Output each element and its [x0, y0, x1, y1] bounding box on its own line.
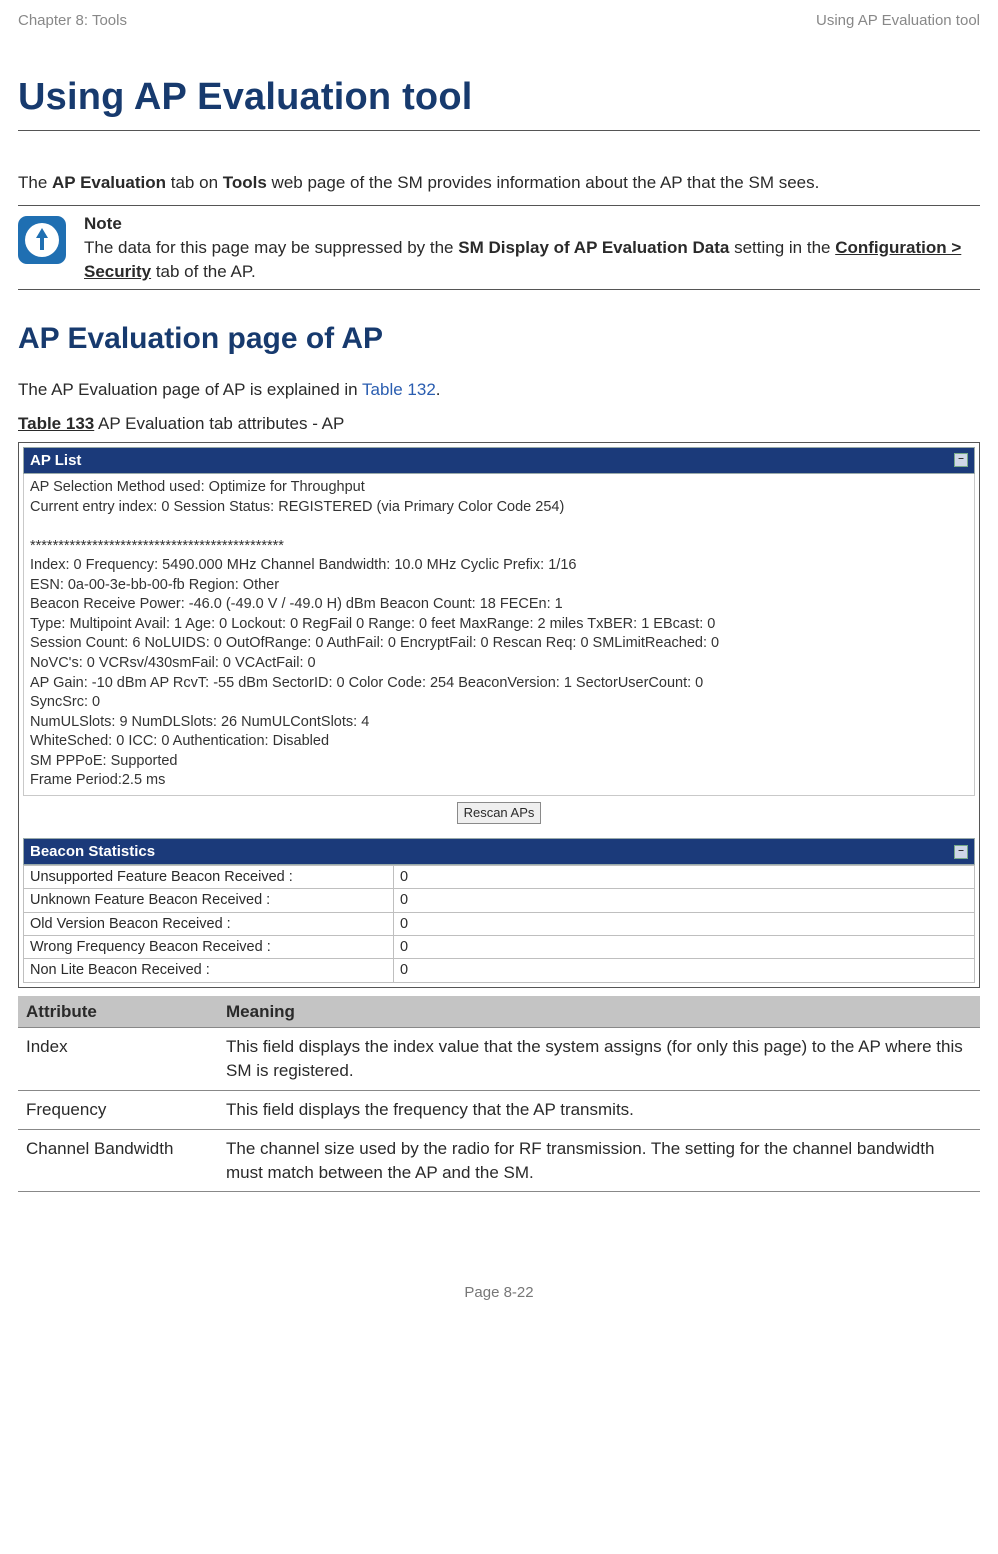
- table-link[interactable]: Table 132: [362, 380, 436, 399]
- rescan-row: Rescan APs: [23, 796, 975, 828]
- attribute-table: Attribute Meaning IndexThis field displa…: [18, 996, 980, 1193]
- embedded-screenshot: AP List – AP Selection Method used: Opti…: [18, 442, 980, 988]
- rescan-aps-button[interactable]: Rescan APs: [457, 802, 542, 824]
- ap-list-panel-body: AP Selection Method used: Optimize for T…: [23, 474, 975, 796]
- text: The data for this page may be suppressed…: [84, 238, 458, 257]
- ap-list-line: NoVC's: 0 VCRsv/430smFail: 0 VCActFail: …: [30, 654, 968, 674]
- page-title: Using AP Evaluation tool: [18, 71, 980, 131]
- text-bold: AP Evaluation: [52, 173, 166, 192]
- note-text: The data for this page may be suppressed…: [84, 236, 980, 284]
- text: tab on: [166, 173, 223, 192]
- table-row: Non Lite Beacon Received :0: [24, 959, 975, 982]
- table-row: Unknown Feature Beacon Received :0: [24, 889, 975, 912]
- intro-paragraph: The AP Evaluation tab on Tools web page …: [18, 171, 980, 195]
- note-body: Note The data for this page may be suppr…: [84, 212, 980, 283]
- table-caption: Table 133 AP Evaluation tab attributes -…: [18, 412, 980, 436]
- attr-name: Index: [18, 1028, 218, 1091]
- ap-list-panel-header: AP List –: [23, 447, 975, 474]
- table-row: FrequencyThis field displays the frequen…: [18, 1091, 980, 1130]
- note-callout: Note The data for this page may be suppr…: [18, 205, 980, 290]
- ap-list-line: Type: Multipoint Avail: 1 Age: 0 Lockout…: [30, 615, 968, 635]
- ap-list-line: [30, 517, 968, 537]
- attr-meaning: This field displays the frequency that t…: [218, 1091, 980, 1130]
- attr-meaning: The channel size used by the radio for R…: [218, 1129, 980, 1192]
- ap-list-line: Index: 0 Frequency: 5490.000 MHz Channel…: [30, 556, 968, 576]
- ap-list-line: ****************************************…: [30, 537, 968, 557]
- ap-list-line: ESN: 0a-00-3e-bb-00-fb Region: Other: [30, 576, 968, 596]
- beacon-label: Old Version Beacon Received :: [24, 912, 394, 935]
- minimize-icon[interactable]: –: [954, 845, 968, 859]
- beacon-value: 0: [394, 866, 975, 889]
- caption-text: AP Evaluation tab attributes - AP: [94, 414, 344, 433]
- section-paragraph: The AP Evaluation page of AP is explaine…: [18, 378, 980, 402]
- note-title: Note: [84, 212, 980, 236]
- panel-title: Beacon Statistics: [30, 841, 155, 862]
- table-row: IndexThis field displays the index value…: [18, 1028, 980, 1091]
- beacon-panel-header: Beacon Statistics –: [23, 838, 975, 865]
- beacon-label: Non Lite Beacon Received :: [24, 959, 394, 982]
- table-row: Wrong Frequency Beacon Received :0: [24, 936, 975, 959]
- text: web page of the SM provides information …: [267, 173, 820, 192]
- ap-list-line: Session Count: 6 NoLUIDS: 0 OutOfRange: …: [30, 634, 968, 654]
- page-footer: Page 8-22: [18, 1282, 980, 1303]
- table-row: Channel BandwidthThe channel size used b…: [18, 1129, 980, 1192]
- page-header: Chapter 8: Tools Using AP Evaluation too…: [18, 10, 980, 31]
- text-bold: Tools: [223, 173, 267, 192]
- text: .: [436, 380, 441, 399]
- text-bold: SM Display of AP Evaluation Data: [458, 238, 729, 257]
- table-row: Old Version Beacon Received :0: [24, 912, 975, 935]
- attr-header-attribute: Attribute: [18, 996, 218, 1028]
- ap-list-line: AP Selection Method used: Optimize for T…: [30, 478, 968, 498]
- beacon-value: 0: [394, 936, 975, 959]
- beacon-label: Unknown Feature Beacon Received :: [24, 889, 394, 912]
- beacon-label: Wrong Frequency Beacon Received :: [24, 936, 394, 959]
- ap-list-line: Beacon Receive Power: -46.0 (-49.0 V / -…: [30, 595, 968, 615]
- attr-header-meaning: Meaning: [218, 996, 980, 1028]
- header-left: Chapter 8: Tools: [18, 10, 127, 31]
- caption-number: Table 133: [18, 414, 94, 433]
- text: setting in the: [734, 238, 835, 257]
- section-heading: AP Evaluation page of AP: [18, 318, 980, 360]
- ap-list-line: NumULSlots: 9 NumDLSlots: 26 NumULContSl…: [30, 713, 968, 733]
- beacon-label: Unsupported Feature Beacon Received :: [24, 866, 394, 889]
- beacon-statistics-table: Unsupported Feature Beacon Received :0Un…: [23, 865, 975, 982]
- attr-name: Frequency: [18, 1091, 218, 1130]
- text: The: [18, 173, 52, 192]
- ap-list-line: SyncSrc: 0: [30, 693, 968, 713]
- minimize-icon[interactable]: –: [954, 453, 968, 467]
- beacon-value: 0: [394, 959, 975, 982]
- attr-meaning: This field displays the index value that…: [218, 1028, 980, 1091]
- attr-name: Channel Bandwidth: [18, 1129, 218, 1192]
- text: The AP Evaluation page of AP is explaine…: [18, 380, 362, 399]
- header-right: Using AP Evaluation tool: [816, 10, 980, 31]
- panel-title: AP List: [30, 450, 81, 471]
- text: tab of the AP.: [151, 262, 256, 281]
- info-arrow-icon: [18, 216, 66, 264]
- ap-list-line: SM PPPoE: Supported: [30, 752, 968, 772]
- ap-list-line: WhiteSched: 0 ICC: 0 Authentication: Dis…: [30, 732, 968, 752]
- ap-list-line: Frame Period:2.5 ms: [30, 771, 968, 791]
- ap-list-line: AP Gain: -10 dBm AP RcvT: -55 dBm Sector…: [30, 674, 968, 694]
- table-row: Unsupported Feature Beacon Received :0: [24, 866, 975, 889]
- beacon-value: 0: [394, 889, 975, 912]
- beacon-value: 0: [394, 912, 975, 935]
- ap-list-line: Current entry index: 0 Session Status: R…: [30, 498, 968, 518]
